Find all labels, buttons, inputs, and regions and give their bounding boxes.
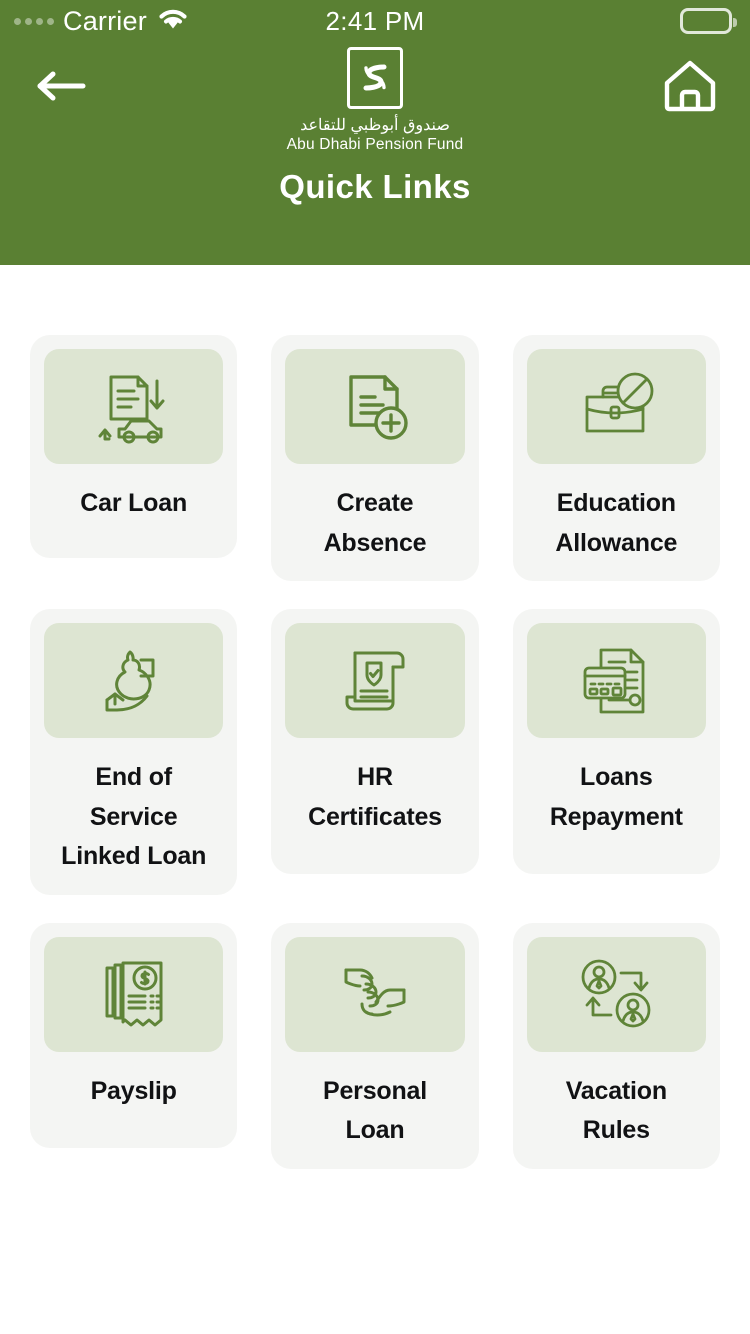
quick-link-tile-create-absence[interactable]: Create Absence <box>271 335 479 581</box>
brand-logo: صندوق أبوظبي للتقاعد Abu Dhabi Pension F… <box>0 47 750 154</box>
create-absence-icon <box>285 349 465 464</box>
quick-link-tile-car-loan[interactable]: Car Loan <box>30 335 238 558</box>
quick-link-label: End of Service Linked Loan <box>61 763 207 870</box>
status-bar: Carrier 2:41 PM <box>0 0 750 42</box>
quick-link-label: Loans Repayment <box>549 763 683 831</box>
quick-link-label: HR Certificates <box>308 763 442 831</box>
quick-link-label: Personal Loan <box>322 1076 427 1145</box>
page-title: Quick Links <box>279 168 471 205</box>
end-of-service-linked-loan-icon <box>44 623 224 738</box>
quick-link-tile-personal-loan[interactable]: Personal Loan <box>271 922 479 1169</box>
loans-repayment-icon <box>526 623 706 738</box>
status-bar-right <box>680 8 737 34</box>
quick-link-tile-hr-certificates[interactable]: HR Certificates <box>271 609 479 874</box>
app-header: Carrier 2:41 PM صندوق أبوظبي للتقاعد Abu… <box>0 0 750 265</box>
payslip-icon <box>44 936 224 1052</box>
quick-link-label: Car Loan <box>80 489 188 517</box>
quick-link-label: Education Allowance <box>555 489 678 557</box>
quick-links-grid: Car Loan Create Absence Education Allowa… <box>0 265 750 1169</box>
personal-loan-icon <box>285 936 465 1052</box>
quick-link-label: Payslip <box>90 1076 177 1105</box>
battery-full-icon <box>680 8 737 34</box>
car-loan-icon <box>44 349 224 464</box>
quick-links-screen: Carrier 2:41 PM صندوق أبوظبي للتقاعد Abu… <box>0 0 750 1334</box>
status-bar-time: 2:41 PM <box>325 5 425 36</box>
abu-dhabi-pension-fund-logo-icon <box>347 47 403 109</box>
quick-link-tile-education-allowance[interactable]: Education Allowance <box>512 335 720 581</box>
education-allowance-icon <box>526 349 706 464</box>
brand-arabic-name: صندوق أبوظبي للتقاعد <box>300 117 450 134</box>
quick-link-label: Vacation Rules <box>565 1076 667 1145</box>
quick-link-tile-vacation-rules[interactable]: Vacation Rules <box>512 922 720 1169</box>
hr-certificates-icon <box>285 623 465 738</box>
quick-link-tile-loans-repayment[interactable]: Loans Repayment <box>512 609 720 874</box>
quick-link-label: Create Absence <box>323 489 427 557</box>
brand-english-name: Abu Dhabi Pension Fund <box>286 136 464 154</box>
quick-link-tile-end-of-service-linked-loan[interactable]: End of Service Linked Loan <box>30 609 238 895</box>
vacation-rules-icon <box>526 936 706 1052</box>
quick-link-tile-payslip[interactable]: Payslip <box>30 922 238 1148</box>
